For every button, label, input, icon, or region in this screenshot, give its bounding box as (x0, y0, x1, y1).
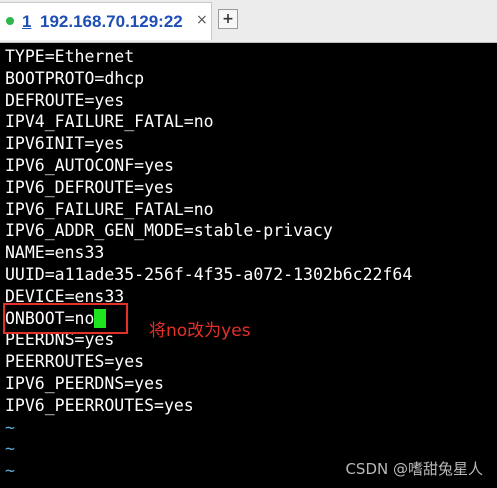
terminal-line: IPV6_FAILURE_FATAL=no (5, 199, 214, 219)
empty-line-tilde: ~ (5, 439, 15, 459)
ssh-terminal-window: 1 192.168.70.129:22 × + TYPE=Ethernet BO… (0, 0, 497, 488)
annotation-highlight-box (3, 303, 128, 334)
terminal-line: PEERROUTES=yes (5, 352, 145, 372)
watermark: CSDN @嗜甜兔星人 (345, 460, 483, 478)
new-tab-button[interactable]: + (218, 9, 238, 29)
tab-index: 1 (22, 12, 32, 31)
tab-bar: 1 192.168.70.129:22 × + (0, 0, 497, 43)
terminal-line: IPV6_AUTOCONF=yes (5, 156, 174, 175)
annotation-text: 将no改为yes (149, 321, 251, 341)
terminal-area[interactable]: TYPE=Ethernet BOOTPROTO=dhcp DEFROUTE=ye… (0, 43, 497, 488)
terminal-line: NAME=ens33 (5, 243, 105, 263)
connection-status-icon (6, 17, 14, 25)
terminal-line: IPV6_PEERDNS=yes (5, 374, 164, 393)
terminal-line: UUID=a11ade35-256f-4f35-a072-1302b6c22f6… (5, 265, 413, 284)
terminal-line: IPV6INIT=yes (5, 134, 125, 154)
terminal-line: IPV6_ADDR_GEN_MODE=stable-privacy (5, 221, 333, 241)
close-icon[interactable]: × (196, 12, 208, 28)
terminal-line: DEFROUTE=yes (5, 90, 125, 110)
terminal-line: IPV6_DEFROUTE=yes (5, 177, 174, 197)
tab-title: 192.168.70.129:22 (40, 12, 183, 31)
terminal-line: BOOTPROTO=dhcp (5, 68, 145, 88)
terminal-line: TYPE=Ethernet (5, 47, 135, 66)
terminal-line: IPV6_PEERROUTES=yes (5, 395, 194, 415)
empty-line-tilde: ~ (5, 461, 15, 481)
empty-line-tilde: ~ (5, 417, 15, 437)
tab-session[interactable]: 1 192.168.70.129:22 × (0, 2, 212, 40)
terminal-line: IPV4_FAILURE_FATAL=no (5, 112, 214, 132)
